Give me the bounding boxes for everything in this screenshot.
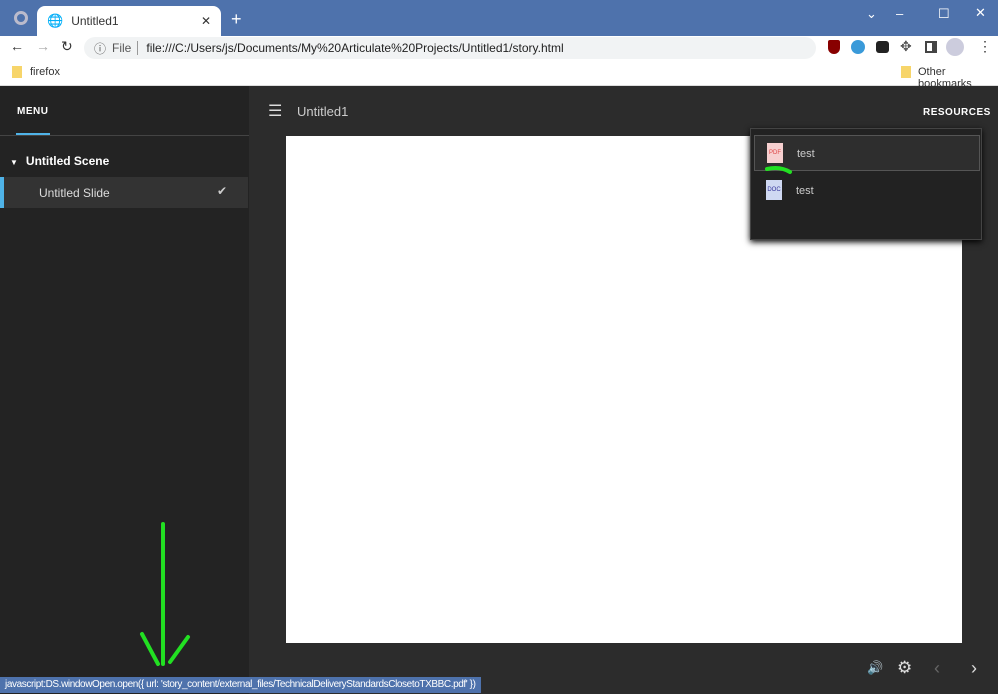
annotation-arrow: [140, 522, 190, 666]
annotation-overlay: [140, 166, 792, 666]
status-bar: javascript:DS.windowOpen.open({ url: 'st…: [0, 677, 481, 693]
annotation-underline: [765, 166, 792, 174]
